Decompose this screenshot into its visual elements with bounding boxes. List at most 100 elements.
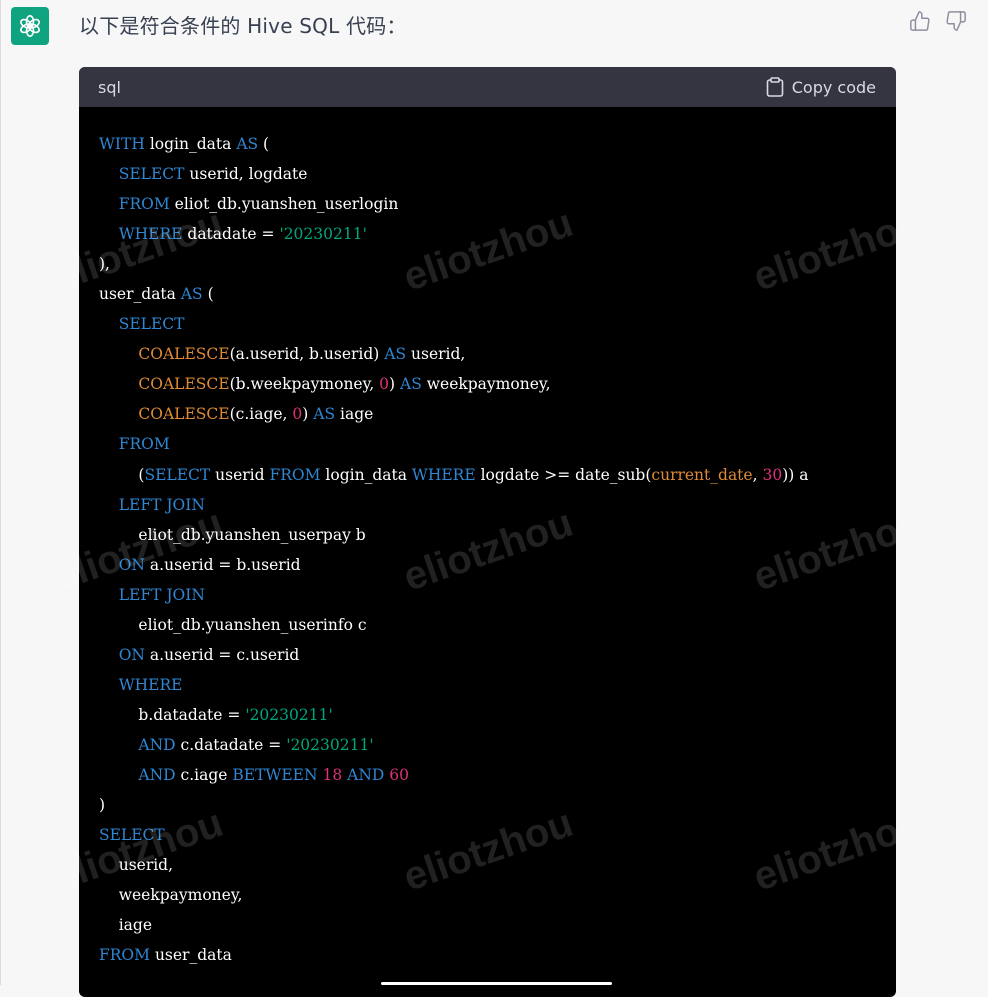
code-token: userid, <box>99 856 174 875</box>
code-token: AS <box>384 345 407 364</box>
code-line: COALESCE(c.iage, 0) AS iage <box>99 399 896 429</box>
code-token: FROM <box>118 195 170 214</box>
code-token: AS <box>236 135 259 153</box>
code-token: datadate = <box>182 225 280 244</box>
code-token: LEFT JOIN <box>118 585 205 604</box>
code-block: sql Copy code WITH login_data AS ( SELEC… <box>79 67 896 997</box>
code-line: b.datadate = '20230211' <box>99 700 896 730</box>
code-line: COALESCE(b.weekpaymoney, 0) AS weekpaymo… <box>99 369 896 399</box>
code-token: user_data <box>150 946 232 965</box>
code-token: , <box>752 465 763 484</box>
code-token: ) <box>389 375 401 394</box>
code-token: eliot_db.yuanshen_userlogin <box>169 195 399 214</box>
code-token: 18 <box>322 765 343 784</box>
code-token: AND <box>138 765 176 784</box>
copy-code-button[interactable]: Copy code <box>766 77 876 97</box>
code-line: COALESCE(a.userid, b.userid) AS userid, <box>99 339 896 369</box>
code-line: LEFT JOIN <box>99 490 896 520</box>
code-token: AND <box>138 735 176 754</box>
code-token: AS <box>400 375 422 394</box>
code-token: WHERE <box>118 675 183 694</box>
code-line: ON a.userid = c.userid <box>99 640 896 670</box>
code-token: ) <box>99 796 106 815</box>
code-token: AS <box>180 285 203 304</box>
code-token: FROM <box>118 435 170 454</box>
code-line: eliot_db.yuanshen_userpay b <box>99 520 896 550</box>
code-token: FROM <box>269 465 321 484</box>
code-token: weekpaymoney, <box>99 886 243 905</box>
code-token: SELECT <box>118 165 185 184</box>
copy-code-label: Copy code <box>791 77 876 97</box>
code-token: a.userid = c.userid <box>145 645 300 664</box>
code-token: ) <box>302 405 314 424</box>
code-token: FROM <box>99 946 151 965</box>
code-token: 0 <box>379 375 390 394</box>
code-token: COALESCE <box>138 345 230 364</box>
code-token: login_data <box>144 135 237 153</box>
code-token: COALESCE <box>138 405 230 424</box>
code-token: (c.iage, <box>229 405 293 424</box>
code-token: userid, <box>406 345 466 364</box>
code-token: ON <box>118 645 145 664</box>
code-line: ON a.userid = b.userid <box>99 550 896 580</box>
code-token: 30 <box>762 465 783 484</box>
clipboard-icon <box>766 77 784 97</box>
code-token: LEFT JOIN <box>118 495 205 514</box>
code-line: AND c.datadate = '20230211' <box>99 730 896 760</box>
code-token: '20230211' <box>245 705 333 724</box>
code-token: eliot_db.yuanshen_userpay b <box>99 525 366 544</box>
code-token: ON <box>118 555 145 574</box>
code-line: LEFT JOIN <box>99 580 896 610</box>
code-line: weekpaymoney, <box>99 880 896 910</box>
code-token: eliot_db.yuanshen_userinfo c <box>99 615 367 634</box>
code-content[interactable]: WITH login_data AS ( SELECT userid, logd… <box>79 107 896 970</box>
code-token: iage <box>99 916 153 935</box>
code-line: SELECT <box>99 820 896 850</box>
thumbs-up-button[interactable] <box>909 10 933 34</box>
assistant-message-intro: 以下是符合条件的 Hive SQL 代码： <box>79 14 407 38</box>
code-line: ), <box>99 249 896 279</box>
code-line: ) <box>99 790 896 820</box>
code-token: WHERE <box>411 465 476 484</box>
code-token: login_data <box>320 465 412 484</box>
code-line: FROM <box>99 429 896 459</box>
code-line: SELECT userid, logdate <box>99 159 896 189</box>
code-token: ), <box>99 255 110 274</box>
code-line: user_data AS ( <box>99 279 896 309</box>
thumbs-down-icon <box>946 11 966 31</box>
code-token: (a.userid, b.userid) <box>229 345 385 364</box>
code-token: c.iage <box>175 765 233 784</box>
code-line: WITH login_data AS ( <box>99 129 896 159</box>
code-token: c.datadate = <box>175 735 287 754</box>
code-token: iage <box>335 405 374 424</box>
code-header: sql Copy code <box>79 67 896 107</box>
code-token: WHERE <box>118 225 183 244</box>
code-line: iage <box>99 910 896 940</box>
code-token: 0 <box>292 405 303 424</box>
openai-logo-icon <box>11 7 49 45</box>
code-token: userid, logdate <box>184 165 308 184</box>
code-token: SELECT <box>144 465 211 484</box>
code-token: a.userid = b.userid <box>145 555 301 574</box>
code-token: BETWEEN <box>232 765 318 784</box>
code-line: WHERE <box>99 670 896 700</box>
thumbs-down-button[interactable] <box>945 10 969 34</box>
code-token: '20230211' <box>279 225 367 244</box>
code-line: FROM eliot_db.yuanshen_userlogin <box>99 189 896 219</box>
code-token: )) a <box>782 465 809 484</box>
code-token: 60 <box>389 765 410 784</box>
